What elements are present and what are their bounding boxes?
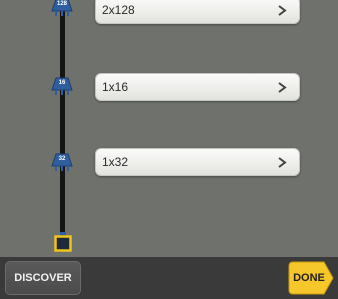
splitter-icon[interactable]: 16 <box>51 76 73 96</box>
splitter-label: 1x32 <box>102 155 129 169</box>
splitter-item[interactable]: 1x32 <box>95 148 300 176</box>
topology-canvas: 128 2x128 16 1x16 32 1x32 <box>0 0 338 257</box>
splitter-ratio: 16 <box>58 80 66 86</box>
done-button[interactable]: DONE <box>288 261 334 295</box>
splitter-item[interactable]: 2x128 <box>95 0 300 24</box>
splitter-label: 2x128 <box>102 3 135 17</box>
olt-port-icon[interactable] <box>54 232 72 252</box>
done-label: DONE <box>293 272 325 284</box>
chevron-right-icon <box>278 5 287 16</box>
splitter-icon[interactable]: 32 <box>51 152 73 172</box>
chevron-right-icon <box>278 157 287 168</box>
fiber-line <box>60 0 65 232</box>
discover-button[interactable]: DISCOVER <box>5 261 81 295</box>
splitter-item[interactable]: 1x16 <box>95 73 300 101</box>
splitter-ratio: 128 <box>56 1 67 7</box>
splitter-ratio: 32 <box>58 156 66 162</box>
splitter-label: 1x16 <box>102 80 129 94</box>
chevron-right-icon <box>278 82 287 93</box>
splitter-icon[interactable]: 128 <box>51 0 73 17</box>
bottom-toolbar: DISCOVER DONE <box>0 257 338 299</box>
